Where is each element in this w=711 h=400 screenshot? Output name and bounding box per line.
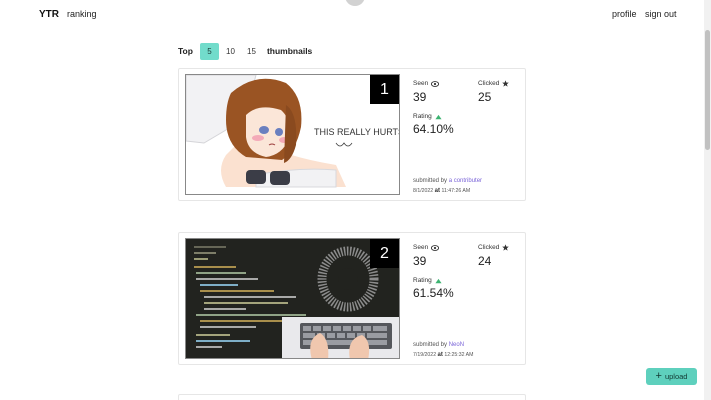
submitted-date: 7/19/2022 at 12:25:32 AM xyxy=(413,352,474,358)
brand-logo[interactable]: YTR xyxy=(39,9,59,20)
eye-icon xyxy=(431,80,440,87)
seen-value: 39 xyxy=(413,90,427,104)
star-icon xyxy=(502,244,510,251)
nav-profile-link[interactable]: profile xyxy=(612,9,637,19)
top-option-15[interactable]: 15 xyxy=(242,43,261,60)
plus-icon: + xyxy=(655,370,662,382)
rating-value: 64.10% xyxy=(413,122,454,136)
upload-label: upload xyxy=(664,372,688,381)
thumbnail-caption: THIS REALLY HURTS xyxy=(314,127,400,137)
clicked-value: 25 xyxy=(478,90,492,104)
clicked-label: Clicked xyxy=(478,244,510,251)
avatar[interactable] xyxy=(345,0,365,6)
seen-label: Seen xyxy=(413,80,440,87)
page-scrollbar[interactable] xyxy=(704,0,711,400)
thumbnail-image[interactable]: THIS REALLY HURTS 1 xyxy=(185,74,400,195)
submitter-link[interactable]: NeoN xyxy=(449,342,464,348)
thumbnail-image[interactable]: 2 xyxy=(185,238,400,359)
rating-up-icon xyxy=(435,278,442,283)
thumbnail-art: THIS REALLY HURTS xyxy=(186,75,400,194)
thumbnail-card: 2 Seen 39 Clicked 24 Rating 61.54% submi… xyxy=(178,232,526,365)
top-option-10[interactable]: 10 xyxy=(221,43,240,60)
rating-up-icon xyxy=(435,114,442,119)
eye-icon xyxy=(431,244,440,251)
top-label: Top xyxy=(178,46,193,56)
seen-value: 39 xyxy=(413,254,427,268)
rating-label: Rating xyxy=(413,277,442,284)
star-icon xyxy=(502,80,510,87)
submitted-date: 8/1/2022 at 11:47:26 AM xyxy=(413,188,471,194)
submitter-link[interactable]: a contributer xyxy=(449,178,482,184)
rating-label: Rating xyxy=(413,113,442,120)
upload-button[interactable]: + upload xyxy=(646,368,697,385)
top-option-5[interactable]: 5 xyxy=(199,42,219,60)
nav-signout-link[interactable]: sign out xyxy=(645,9,677,19)
top-suffix: thumbnails xyxy=(266,46,313,56)
navbar: YTR ranking profile sign out xyxy=(0,0,711,28)
top-selector: Top 5 10 15 thumbnails xyxy=(178,42,312,60)
scrollbar-thumb[interactable] xyxy=(705,30,710,150)
nav-ranking-link[interactable]: ranking xyxy=(67,9,97,19)
thumbnail-card xyxy=(178,394,526,400)
submitted-by: submitted by NeoN xyxy=(413,342,465,348)
thumbnail-card: THIS REALLY HURTS 1 Seen 39 Clicked 25 R… xyxy=(178,68,526,201)
clicked-value: 24 xyxy=(478,254,492,268)
seen-label: Seen xyxy=(413,244,440,251)
thumbnail-art xyxy=(186,239,399,358)
clicked-label: Clicked xyxy=(478,80,510,87)
rank-badge: 2 xyxy=(370,239,399,268)
submitted-by: submitted by a contributer xyxy=(413,178,483,184)
rank-badge: 1 xyxy=(370,75,399,104)
rating-value: 61.54% xyxy=(413,286,454,300)
